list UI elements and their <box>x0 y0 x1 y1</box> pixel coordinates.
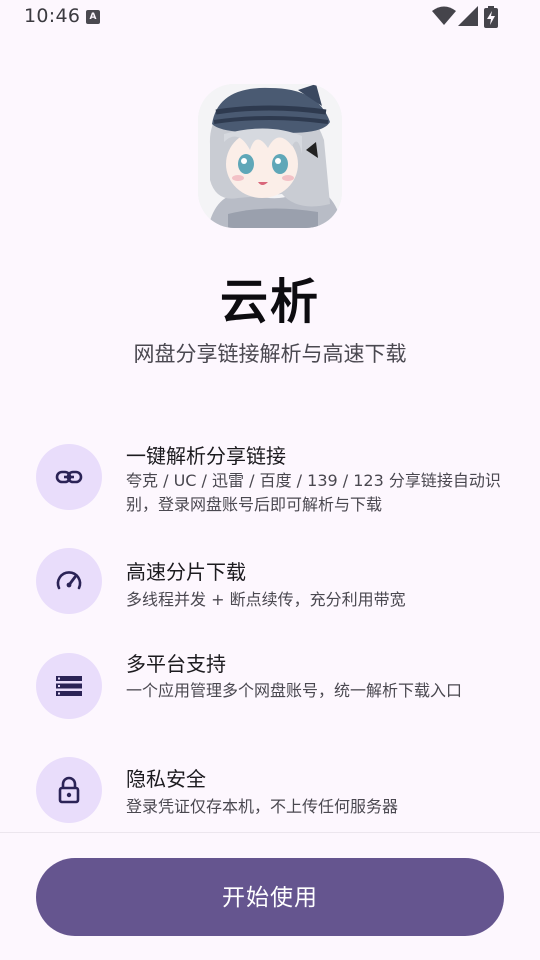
feature-title: 隐私安全 <box>126 767 206 791</box>
status-time: 10:46 <box>24 5 81 27</box>
feature-title: 一键解析分享链接 <box>126 444 286 468</box>
lock-icon <box>58 776 80 804</box>
status-bar: 10:46 A <box>0 0 540 34</box>
anime-avatar-icon <box>198 84 342 228</box>
feature-icon-circle <box>36 757 102 823</box>
battery-charging-icon <box>484 6 498 28</box>
feature-icon-circle <box>36 444 102 510</box>
link-icon <box>55 470 83 484</box>
feature-title: 高速分片下载 <box>126 560 246 584</box>
feature-description: 一个应用管理多个网盘账号，统一解析下载入口 <box>126 681 463 700</box>
speedometer-icon <box>56 571 82 590</box>
signal-icon <box>458 6 478 26</box>
app-subtitle: 网盘分享链接解析与高速下载 <box>133 342 407 366</box>
feature-icon-circle <box>36 548 102 614</box>
start-button[interactable]: 开始使用 <box>36 858 504 936</box>
feature-description: 夸克 / UC / 迅雷 / 百度 / 139 / 123 分享链接自动识别，登… <box>126 471 501 514</box>
feature-icon-circle <box>36 653 102 719</box>
a-letter-icon: A <box>86 10 100 24</box>
feature-title: 多平台支持 <box>126 652 226 676</box>
app-avatar <box>198 84 342 228</box>
storage-list-icon <box>56 676 82 696</box>
feature-description: 登录凭证仅存本机，不上传任何服务器 <box>126 797 399 816</box>
app-title: 云析 <box>219 274 320 330</box>
feature-description: 多线程并发 + 断点续传，充分利用带宽 <box>126 590 406 609</box>
wifi-icon <box>432 6 456 25</box>
